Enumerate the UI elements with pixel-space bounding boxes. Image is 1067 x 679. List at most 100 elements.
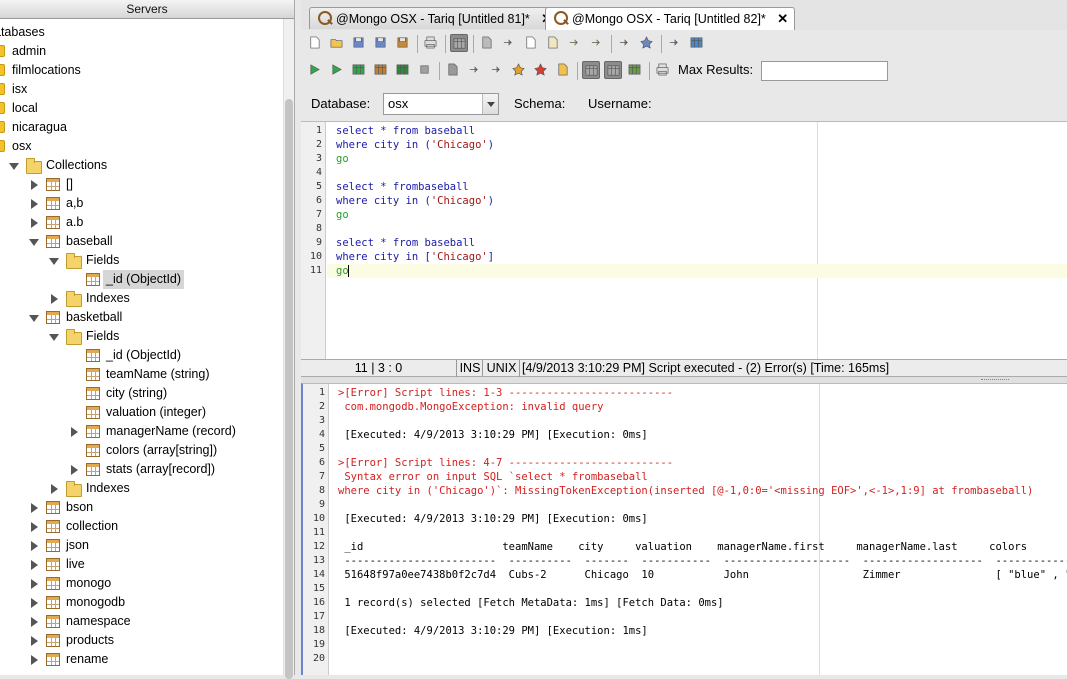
splitter-grip[interactable] xyxy=(981,379,1009,381)
expand-right-icon[interactable] xyxy=(51,294,58,304)
copy-icon[interactable] xyxy=(522,34,540,52)
tree-node[interactable]: admin xyxy=(0,42,280,61)
history-icon[interactable] xyxy=(554,61,572,79)
expand-right-icon[interactable] xyxy=(31,503,38,513)
tree-node[interactable]: stats (array[record]) xyxy=(0,460,280,479)
execute-all-icon[interactable] xyxy=(306,61,324,79)
expand-right-icon[interactable] xyxy=(31,579,38,589)
tree-node[interactable]: atabases xyxy=(0,23,280,42)
undo-icon[interactable] xyxy=(566,34,584,52)
expand-down-icon[interactable] xyxy=(49,334,59,341)
commit-icon[interactable] xyxy=(510,61,528,79)
tree-node[interactable]: baseball xyxy=(0,232,280,251)
tree-node[interactable]: Fields xyxy=(0,327,280,346)
tree-node[interactable]: Collections xyxy=(0,156,280,175)
tree-node[interactable]: local xyxy=(0,99,280,118)
code-line[interactable]: select * frombaseball xyxy=(336,180,469,194)
tree-node[interactable]: namespace xyxy=(0,612,280,631)
tree-scrollbar-thumb[interactable] xyxy=(285,99,293,679)
tree-node[interactable]: filmlocations xyxy=(0,61,280,80)
tree-node[interactable]: rename xyxy=(0,650,280,669)
find-icon[interactable] xyxy=(666,34,684,52)
tab-untitled-81[interactable]: @Mongo OSX - Tariq [Untitled 81]* ✕ xyxy=(309,7,560,29)
tree-node[interactable]: basketball xyxy=(0,308,280,327)
expand-right-icon[interactable] xyxy=(31,522,38,532)
tree-node[interactable]: city (string) xyxy=(0,384,280,403)
expand-right-icon[interactable] xyxy=(31,199,38,209)
tree-node[interactable]: [] xyxy=(0,175,280,194)
tree-node[interactable]: teamName (string) xyxy=(0,365,280,384)
tree-node[interactable]: json xyxy=(0,536,280,555)
tree-node[interactable]: collection xyxy=(0,517,280,536)
expand-right-icon[interactable] xyxy=(31,218,38,228)
expand-right-icon[interactable] xyxy=(71,465,78,475)
check-icon[interactable] xyxy=(638,34,656,52)
cut-icon[interactable] xyxy=(500,34,518,52)
code-line[interactable]: where city in ['Chicago'] xyxy=(336,250,494,264)
schema-tree[interactable]: atabases admin filmlocations isx local nicara… xyxy=(0,19,282,675)
code-line[interactable]: select * from baseball xyxy=(336,124,475,138)
expand-right-icon[interactable] xyxy=(31,655,38,665)
text-view-icon[interactable] xyxy=(604,61,622,79)
expand-down-icon[interactable] xyxy=(29,239,39,246)
tree-node[interactable]: monogodb xyxy=(0,593,280,612)
format-icon[interactable] xyxy=(616,34,634,52)
chevron-down-icon[interactable] xyxy=(482,94,498,114)
expand-right-icon[interactable] xyxy=(31,636,38,646)
expand-down-icon[interactable] xyxy=(49,258,59,265)
paste-icon[interactable] xyxy=(544,34,562,52)
tab-untitled-82[interactable]: @Mongo OSX - Tariq [Untitled 82]* ✕ xyxy=(545,7,796,30)
tree-node[interactable]: monogo xyxy=(0,574,280,593)
tree-node[interactable]: managerName (record) xyxy=(0,422,280,441)
execute-export-icon[interactable] xyxy=(394,61,412,79)
tree-node[interactable]: bson xyxy=(0,498,280,517)
expand-right-icon[interactable] xyxy=(51,484,58,494)
expand-right-icon[interactable] xyxy=(71,427,78,437)
bookmark-icon[interactable] xyxy=(444,61,462,79)
tree-node[interactable]: valuation (integer) xyxy=(0,403,280,422)
save-as-icon[interactable] xyxy=(372,34,390,52)
tree-node[interactable]: a,b xyxy=(0,194,280,213)
tree-node[interactable]: nicaragua xyxy=(0,118,280,137)
tree-node[interactable]: Fields xyxy=(0,251,280,270)
results-output[interactable]: 1 2 3 4 5 6 7 8 9 10 11 12 13 14 15 16 17 18 19 20 >[Error]… xyxy=(301,383,1067,675)
back-icon[interactable] xyxy=(466,61,484,79)
close-icon[interactable]: ✕ xyxy=(777,8,788,29)
autocommit-icon[interactable] xyxy=(654,61,672,79)
replace-icon[interactable] xyxy=(688,34,706,52)
grid-view-icon[interactable] xyxy=(582,61,600,79)
tree-node[interactable]: products xyxy=(0,631,280,650)
execute-current-icon[interactable] xyxy=(350,61,368,79)
tree-node[interactable]: isx xyxy=(0,80,280,99)
code-line[interactable]: select * from baseball xyxy=(336,236,475,250)
database-select[interactable]: osx xyxy=(383,93,499,115)
tree-node[interactable]: a.b xyxy=(0,213,280,232)
expand-right-icon[interactable] xyxy=(31,180,38,190)
code-line[interactable]: go xyxy=(336,208,349,222)
sql-editor[interactable]: 1 2 3 4 5 6 7 8 9 10 11 select * from baseball wher… xyxy=(301,121,1067,359)
new-script-icon[interactable] xyxy=(306,34,324,52)
tree-node[interactable]: live xyxy=(0,555,280,574)
tree-node[interactable]: _id (ObjectId) xyxy=(0,346,280,365)
save-all-icon[interactable] xyxy=(394,34,412,52)
chart-icon[interactable] xyxy=(626,61,644,79)
expand-right-icon[interactable] xyxy=(31,598,38,608)
code-line[interactable]: where city in ('Chicago') xyxy=(336,194,494,208)
expand-right-icon[interactable] xyxy=(31,541,38,551)
max-results-input[interactable] xyxy=(761,61,888,81)
stop-icon[interactable] xyxy=(416,61,434,79)
print-icon[interactable] xyxy=(422,34,440,52)
tree-node[interactable]: Indexes xyxy=(0,289,280,308)
tree-node[interactable]: _id (ObjectId) xyxy=(0,270,280,289)
tree-node[interactable]: colors (array[string]) xyxy=(0,441,280,460)
tree-node[interactable]: osx xyxy=(0,137,280,156)
results-icon[interactable] xyxy=(450,34,468,52)
expand-down-icon[interactable] xyxy=(9,163,19,170)
redo-icon[interactable] xyxy=(588,34,606,52)
select-icon[interactable] xyxy=(478,34,496,52)
code-line[interactable]: where city in ('Chicago') xyxy=(336,138,494,152)
execute-icon[interactable] xyxy=(328,61,346,79)
expand-down-icon[interactable] xyxy=(29,315,39,322)
expand-right-icon[interactable] xyxy=(31,560,38,570)
code-line[interactable]: go xyxy=(336,264,349,278)
